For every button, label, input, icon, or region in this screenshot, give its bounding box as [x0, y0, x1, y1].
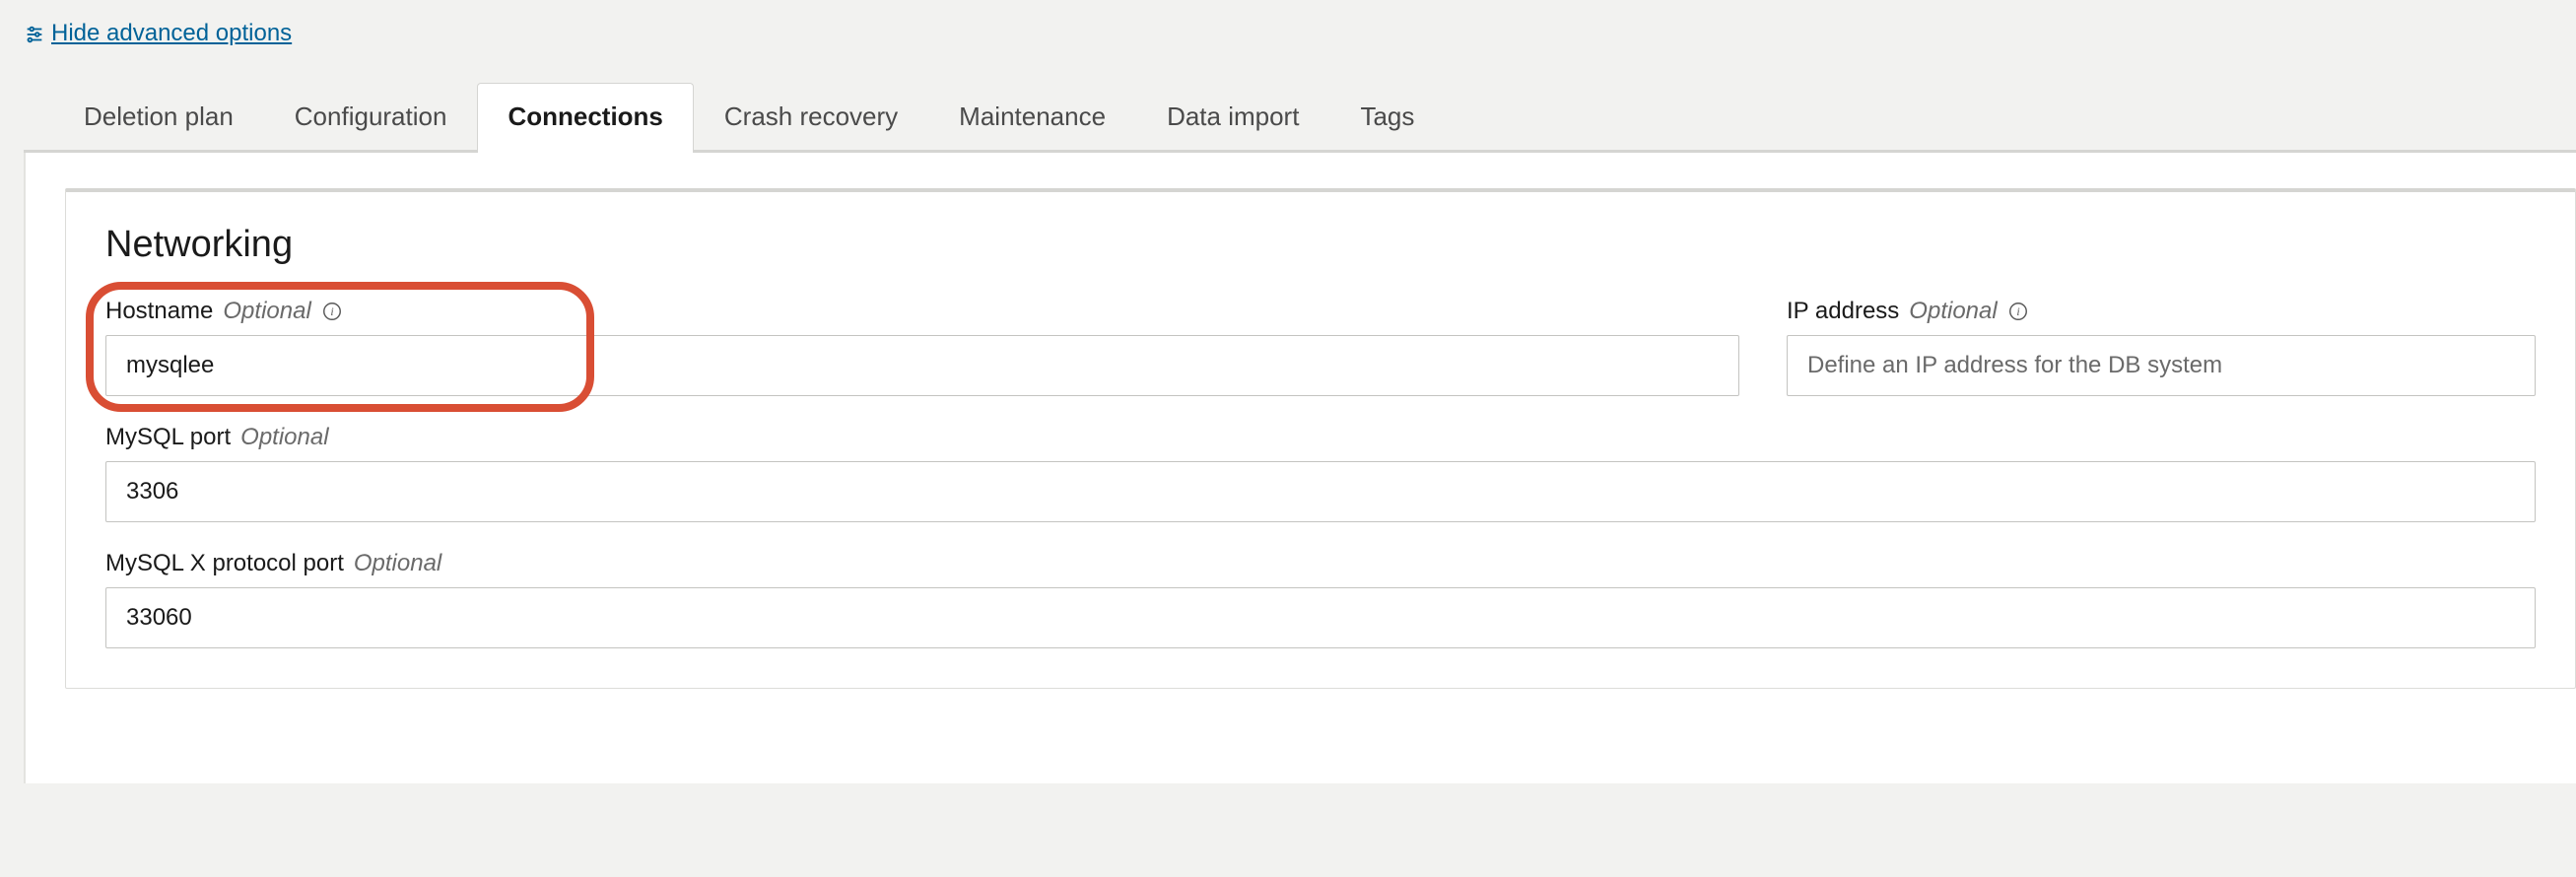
info-icon[interactable]: i: [2007, 301, 2029, 322]
mysql-x-port-input[interactable]: [105, 587, 2536, 648]
tab-configuration[interactable]: Configuration: [264, 83, 478, 150]
tab-crash-recovery[interactable]: Crash recovery: [694, 83, 928, 150]
tab-maintenance[interactable]: Maintenance: [928, 83, 1136, 150]
mysql-port-optional: Optional: [240, 424, 328, 451]
tab-data-import[interactable]: Data import: [1136, 83, 1329, 150]
ip-optional: Optional: [1909, 298, 1997, 325]
tab-tags[interactable]: Tags: [1329, 83, 1445, 150]
advanced-options-toggle[interactable]: Hide advanced options: [24, 20, 2576, 47]
mysql-port-field-group: MySQL port Optional: [105, 424, 2536, 522]
ip-label: IP address: [1787, 298, 1899, 325]
section-title: Networking: [105, 224, 2536, 266]
hostname-field-group: Hostname Optional i: [105, 298, 1739, 396]
connections-panel: Networking Hostname Optional i: [24, 153, 2576, 783]
hide-advanced-options-link[interactable]: Hide advanced options: [51, 20, 292, 47]
tab-deletion-plan[interactable]: Deletion plan: [53, 83, 264, 150]
mysql-port-input[interactable]: [105, 461, 2536, 522]
hostname-label: Hostname: [105, 298, 213, 325]
mysql-x-port-optional: Optional: [354, 550, 441, 577]
hostname-input[interactable]: [105, 335, 1739, 396]
tab-connections[interactable]: Connections: [477, 83, 693, 153]
ip-field-group: IP address Optional i: [1787, 298, 2536, 396]
mysql-port-label: MySQL port: [105, 424, 231, 451]
ip-address-input[interactable]: [1787, 335, 2536, 396]
hostname-optional: Optional: [223, 298, 310, 325]
networking-section: Networking Hostname Optional i: [65, 188, 2576, 689]
sliders-icon: [24, 24, 43, 43]
info-icon[interactable]: i: [321, 301, 343, 322]
tabs-bar: Deletion plan Configuration Connections …: [24, 83, 2576, 153]
svg-text:i: i: [330, 304, 333, 318]
svg-text:i: i: [2016, 304, 2019, 318]
mysql-x-port-field-group: MySQL X protocol port Optional: [105, 550, 2536, 648]
mysql-x-port-label: MySQL X protocol port: [105, 550, 344, 577]
